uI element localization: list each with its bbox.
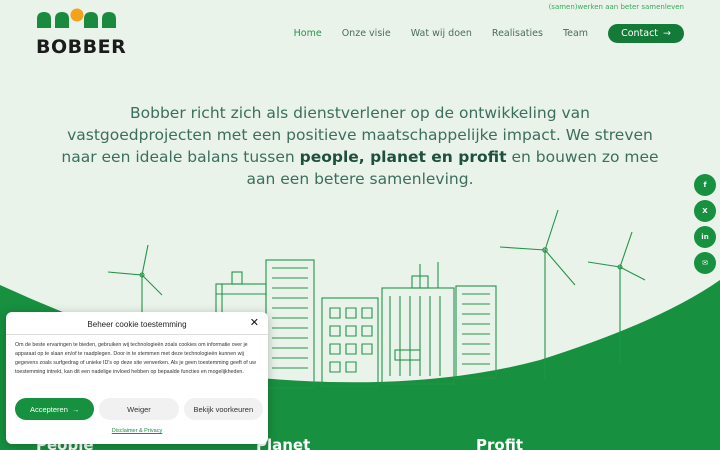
nav-wat-wij-doen[interactable]: Wat wij doen [411, 28, 472, 39]
disclaimer-privacy-link[interactable]: Disclaimer & Privacy [6, 428, 268, 434]
intro-text: Bobber richt zich als dienstverlener op … [60, 102, 660, 190]
building-block-3 [381, 262, 455, 385]
cookie-text: Om de beste ervaringen te bieden, gebrui… [15, 342, 256, 375]
view-preferences-button[interactable]: Bekijk voorkeuren [183, 398, 263, 420]
arrow-right-icon: → [71, 404, 80, 414]
logo-hill-1 [37, 12, 51, 28]
cookie-divider [6, 334, 268, 335]
email-icon[interactable]: ✉ [694, 252, 716, 274]
building-tower-4 [455, 285, 497, 379]
cookie-title: Beheer cookie toestemming [87, 320, 187, 329]
pillar-planet: Planet [256, 436, 311, 450]
x-icon[interactable]: X [694, 200, 716, 222]
close-icon[interactable]: ✕ [250, 317, 259, 329]
nav-team[interactable]: Team [563, 28, 588, 39]
deny-button[interactable]: Weiger [99, 398, 179, 420]
social-share-bar: f X in ✉ [694, 174, 716, 274]
accept-button[interactable]: Accepteren → [15, 398, 95, 420]
cookie-buttons: Accepteren → Weiger Bekijk voorkeuren [15, 398, 263, 420]
logo-wordmark[interactable]: BOBBER [36, 36, 126, 58]
linkedin-icon[interactable]: in [694, 226, 716, 248]
logo-sun [70, 8, 84, 22]
pillar-profit: Profit [476, 436, 523, 450]
contact-button[interactable]: Contact → [608, 24, 684, 43]
facebook-icon[interactable]: f [694, 174, 716, 196]
nav-onze-visie[interactable]: Onze visie [342, 28, 391, 39]
main-nav: Home Onze visie Wat wij doen Realisaties… [294, 24, 684, 43]
logo-hill-2 [55, 12, 69, 28]
logo-hill-4 [102, 12, 116, 28]
tagline: (samen)werken aan beter samenleven [548, 3, 684, 11]
accept-button-label: Accepteren [29, 404, 68, 414]
arrow-right-icon: → [663, 28, 671, 39]
building-tower-1 [265, 259, 315, 389]
logo-hill-3 [84, 12, 98, 28]
cookie-consent-dialog: Beheer cookie toestemming ✕ Om de beste … [6, 312, 268, 444]
nav-home[interactable]: Home [294, 28, 322, 39]
intro-text-bold: people, planet en profit [299, 148, 507, 166]
contact-button-label: Contact [621, 28, 659, 39]
building-block-2 [321, 297, 379, 387]
nav-realisaties[interactable]: Realisaties [492, 28, 543, 39]
